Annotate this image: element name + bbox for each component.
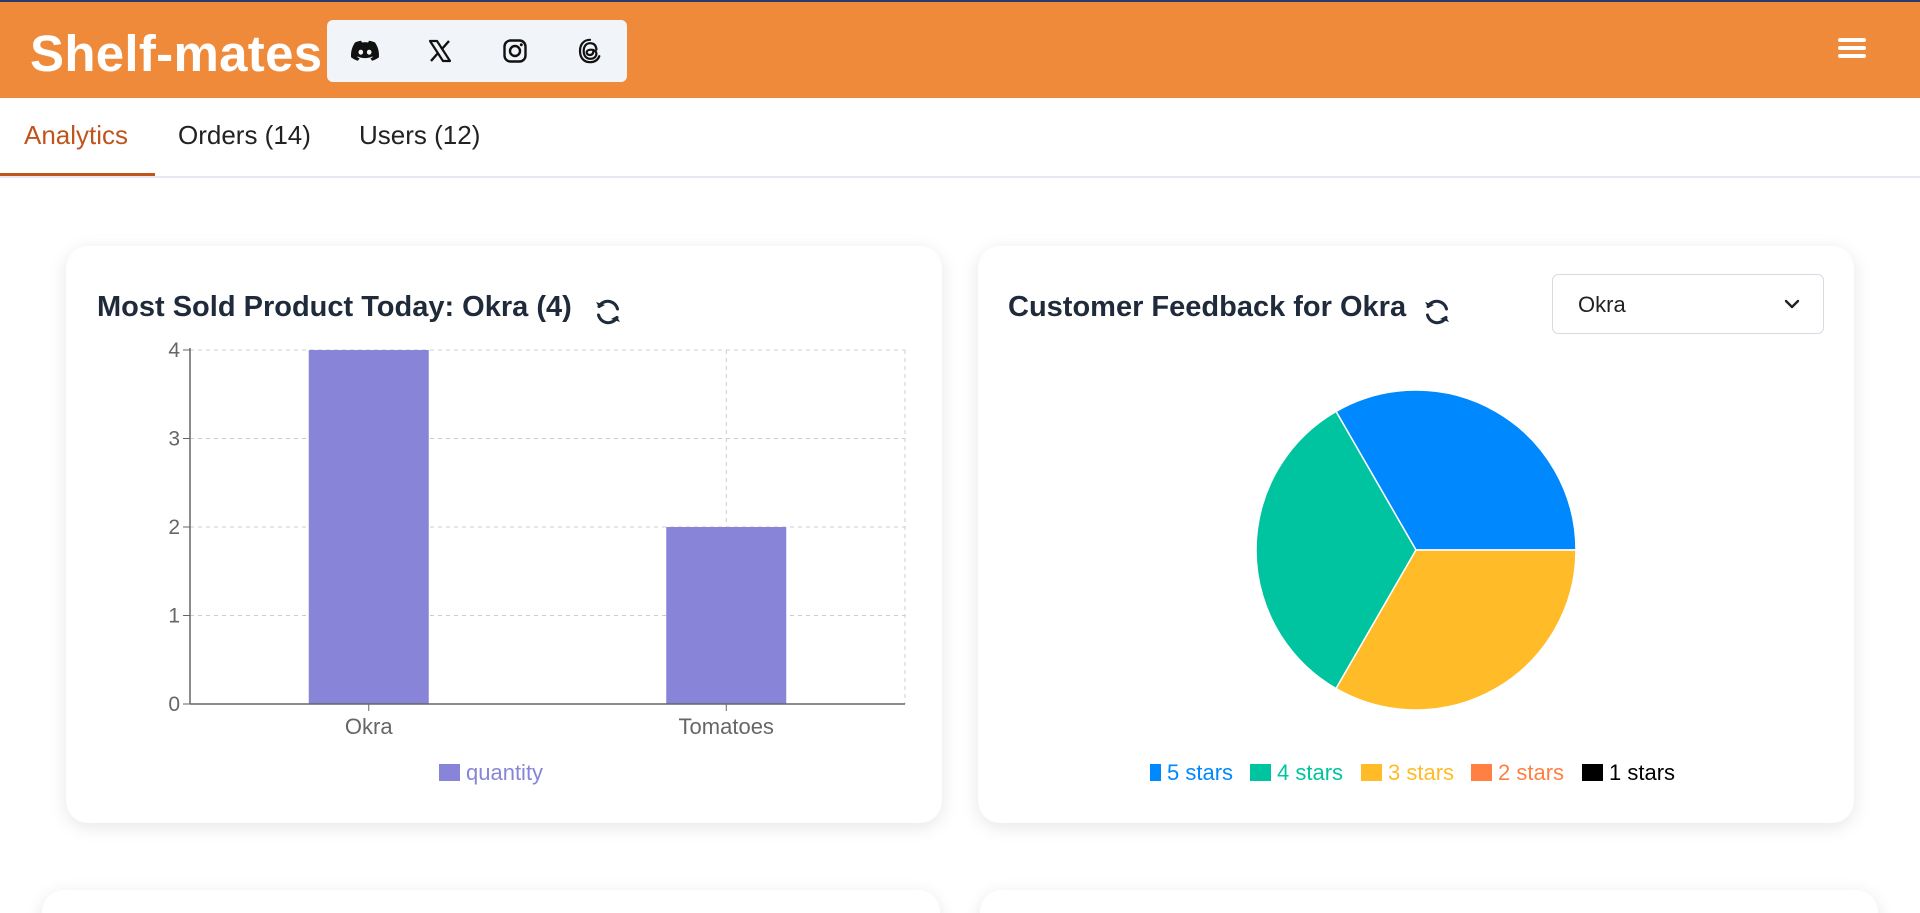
instagram-icon[interactable] <box>500 36 530 66</box>
product-select-value: Okra <box>1578 292 1626 317</box>
bar-chart: 0 1 2 3 4 Okra Tomatoes quantity <box>168 340 906 785</box>
feedback-card-title: Customer Feedback for Okra <box>1008 291 1407 323</box>
refresh-icon[interactable] <box>1422 297 1452 327</box>
chart-grid <box>190 349 906 704</box>
legend-swatch <box>1250 764 1271 781</box>
y-tick-label: 0 <box>168 693 180 716</box>
legend-swatch <box>1150 764 1161 781</box>
tab-users[interactable]: Users (12) <box>359 120 480 151</box>
tab-bar: Analytics Orders (14) Users (12) <box>0 98 1920 178</box>
bar-tomatoes[interactable] <box>666 527 787 704</box>
legend-label[interactable]: 2 stars <box>1498 760 1564 785</box>
discord-icon[interactable] <box>350 36 380 66</box>
legend-label[interactable]: quantity <box>466 760 543 785</box>
legend-swatch <box>439 764 460 781</box>
refresh-icon[interactable] <box>593 297 623 327</box>
pie-chart: 5 stars 4 stars 3 stars 2 stars 1 stars <box>1150 389 1675 785</box>
legend-label[interactable]: 1 stars <box>1609 760 1675 785</box>
social-links-bar <box>327 20 627 82</box>
active-tab-indicator <box>0 173 155 176</box>
chevron-down-icon <box>1784 299 1800 309</box>
brand-logo-text[interactable]: Shelf-mates <box>30 24 322 83</box>
tab-analytics[interactable]: Analytics <box>24 120 128 151</box>
legend-swatch <box>1582 764 1603 781</box>
tab-orders[interactable]: Orders (14) <box>178 120 311 151</box>
sales-card-title: Most Sold Product Today: Okra (4) <box>97 291 572 323</box>
y-tick-label: 2 <box>168 516 180 539</box>
y-tick-label: 3 <box>168 428 180 451</box>
chart-legend: quantity <box>439 760 543 785</box>
x-tick-label: Tomatoes <box>679 714 774 739</box>
legend-label[interactable]: 4 stars <box>1277 760 1343 785</box>
legend-swatch <box>1361 764 1382 781</box>
legend-label[interactable]: 3 stars <box>1388 760 1454 785</box>
legend-label[interactable]: 5 stars <box>1167 760 1233 785</box>
top-navbar: Shelf-mates <box>0 0 1920 98</box>
chart-legend: 5 stars 4 stars 3 stars 2 stars 1 stars <box>1150 760 1675 785</box>
threads-icon[interactable] <box>575 36 605 66</box>
y-tick-label: 1 <box>168 605 180 628</box>
product-select[interactable]: Okra <box>1552 274 1824 334</box>
next-card-right <box>980 890 1878 913</box>
hamburger-menu-icon[interactable] <box>1838 38 1866 62</box>
x-icon[interactable] <box>425 36 455 66</box>
bar-okra[interactable] <box>308 350 429 704</box>
y-tick-label: 4 <box>168 340 180 362</box>
next-card-left <box>42 890 940 913</box>
x-tick-label: Okra <box>345 714 393 739</box>
legend-swatch <box>1471 764 1492 781</box>
